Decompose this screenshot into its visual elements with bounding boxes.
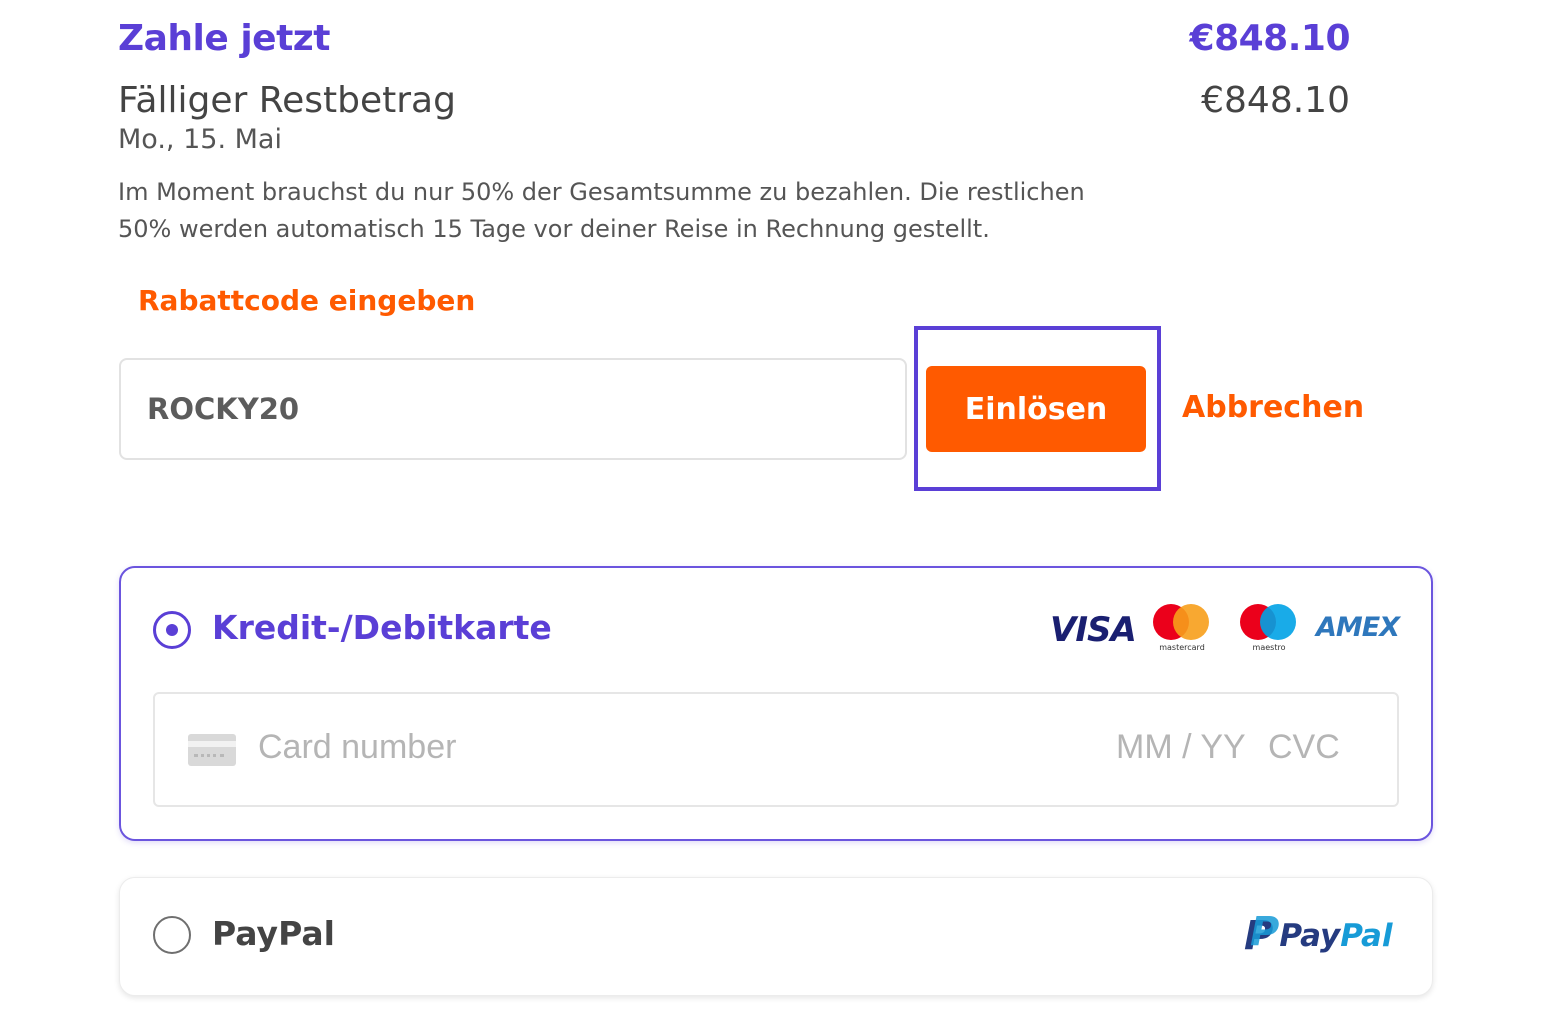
card-radio-button[interactable] — [153, 611, 191, 649]
paypal-logo-text-pay: Pay — [1279, 918, 1341, 954]
paypal-logo-text-pal: Pal — [1340, 918, 1393, 954]
card-number-input[interactable]: Card number — [258, 728, 456, 767]
redeem-button[interactable]: Einlösen — [926, 366, 1146, 452]
maestro-caption: maestro — [1252, 643, 1286, 652]
payment-info-text: Im Moment brauchst du nur 50% der Gesamt… — [118, 178, 1085, 243]
balance-amount: €848.10 — [1201, 80, 1350, 121]
paypal-radio-button[interactable] — [153, 916, 191, 954]
visa-logo-icon: VISA — [1050, 610, 1137, 650]
mastercard-logo-icon: mastercard — [1151, 604, 1213, 652]
paypal-option-label[interactable]: PayPal — [212, 914, 335, 953]
cancel-link[interactable]: Abbrechen — [1182, 390, 1364, 425]
amex-logo-icon: AMEX — [1316, 612, 1400, 643]
pay-now-amount: €848.10 — [1189, 18, 1351, 59]
paypal-p-mark-icon: PP — [1244, 909, 1280, 959]
coupon-label[interactable]: Rabattcode eingeben — [138, 284, 475, 317]
card-option-label[interactable]: Kredit-/Debitkarte — [212, 608, 552, 647]
pay-now-label: Zahle jetzt — [118, 18, 330, 59]
balance-label: Fälliger Restbetrag — [118, 80, 456, 121]
mastercard-caption: mastercard — [1159, 643, 1205, 652]
card-expiry-input[interactable]: MM / YY — [1116, 728, 1246, 767]
coupon-code-input[interactable] — [119, 358, 907, 460]
paypal-logo-icon: PP PayPal — [1244, 909, 1393, 959]
credit-card-icon — [188, 734, 236, 766]
card-cvc-input[interactable]: CVC — [1268, 728, 1340, 767]
maestro-logo-icon: maestro — [1238, 604, 1300, 652]
due-date: Mo., 15. Mai — [118, 124, 282, 155]
